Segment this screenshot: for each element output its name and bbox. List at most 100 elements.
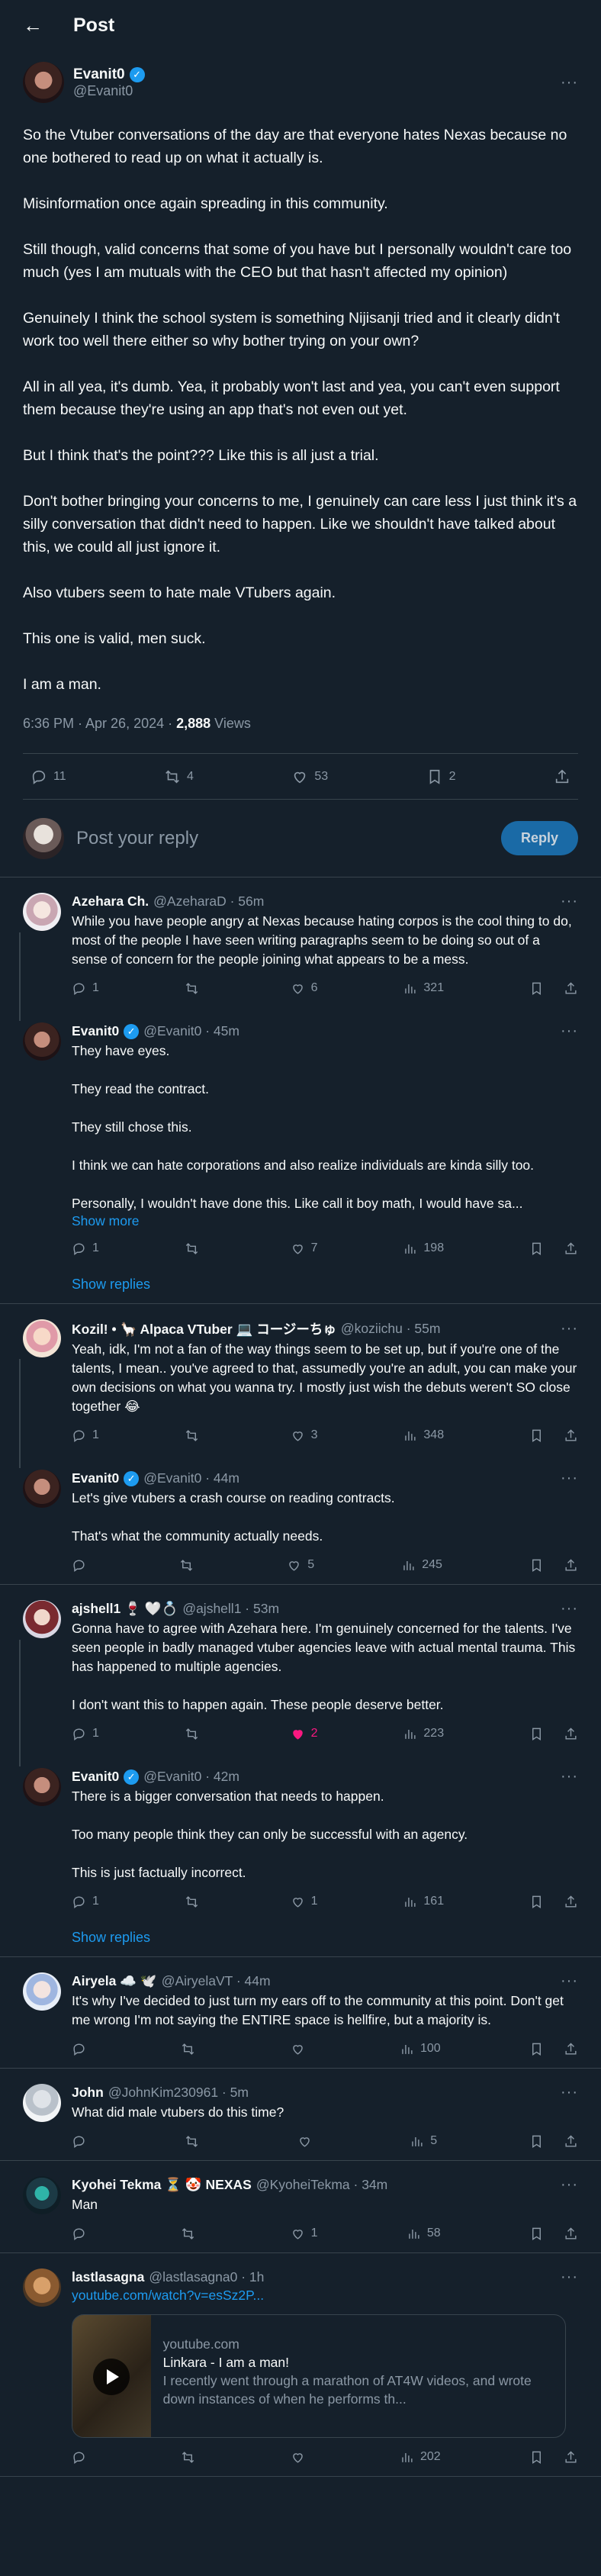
reply-button[interactable]: 1: [72, 1428, 99, 1443]
avatar[interactable]: [23, 1600, 61, 1638]
reply-display-name[interactable]: Evanit0: [72, 1023, 119, 1039]
avatar[interactable]: [23, 2084, 61, 2122]
repost-button[interactable]: [185, 2134, 205, 2149]
repost-button[interactable]: [185, 981, 205, 996]
share-button[interactable]: [564, 1727, 578, 1741]
link-preview-card[interactable]: youtube.com Linkara - I am a man! I rece…: [72, 2314, 566, 2438]
avatar[interactable]: [23, 1319, 61, 1357]
avatar[interactable]: [23, 893, 61, 931]
repost-button[interactable]: [185, 1895, 205, 1909]
views-button[interactable]: 348: [403, 1428, 444, 1443]
share-button[interactable]: [564, 1241, 578, 1256]
more-options-icon[interactable]: ···: [561, 1972, 578, 1990]
views-button[interactable]: 5: [410, 2134, 437, 2149]
post-timestamp[interactable]: 6:36 PM · Apr 26, 2024 ·: [23, 716, 176, 731]
more-options-icon[interactable]: ···: [561, 1320, 578, 1338]
reply-handle[interactable]: @AiryelaVT · 44m: [162, 1973, 271, 1989]
reply-display-name[interactable]: ajshell1 🍷 🤍💍: [72, 1601, 178, 1617]
reply-button[interactable]: [72, 2042, 92, 2056]
views-button[interactable]: 245: [401, 1558, 442, 1573]
like-button[interactable]: 5: [287, 1558, 314, 1573]
reply-link[interactable]: youtube.com/watch?v=esSz2P...: [72, 2288, 578, 2304]
more-options-icon[interactable]: ···: [561, 2176, 578, 2194]
views-button[interactable]: 223: [403, 1727, 444, 1741]
share-button[interactable]: [564, 2227, 578, 2241]
bookmark-button[interactable]: [529, 1241, 544, 1256]
views-button[interactable]: 161: [403, 1895, 444, 1909]
bookmark-button[interactable]: [529, 1558, 544, 1573]
reply-item[interactable]: lastlasagna @lastlasagna0 · 1h ··· youtu…: [0, 2253, 601, 2477]
show-replies-link[interactable]: Show replies: [23, 1921, 578, 1956]
reply-button[interactable]: [72, 2450, 92, 2465]
like-button[interactable]: 7: [291, 1241, 318, 1256]
reply-button[interactable]: 11: [31, 768, 66, 785]
like-button[interactable]: 3: [291, 1428, 318, 1443]
avatar[interactable]: [23, 1972, 61, 2011]
repost-button[interactable]: [185, 1241, 205, 1256]
reply-button[interactable]: 1: [72, 1727, 99, 1741]
reply-display-name[interactable]: Evanit0: [72, 1470, 119, 1486]
views-button[interactable]: 58: [407, 2227, 441, 2241]
share-button[interactable]: [564, 2042, 578, 2056]
reply-item[interactable]: ajshell1 🍷 🤍💍 @ajshell1 · 53m ··· Gonna …: [0, 1585, 601, 1766]
reply-handle[interactable]: @lastlasagna0 · 1h: [149, 2269, 264, 2285]
more-options-icon[interactable]: ···: [561, 1470, 578, 1487]
repost-button[interactable]: 4: [164, 768, 194, 785]
share-button[interactable]: [564, 1558, 578, 1573]
like-button[interactable]: 6: [291, 981, 318, 996]
repost-button[interactable]: [185, 1428, 205, 1443]
more-options-icon[interactable]: ···: [561, 1768, 578, 1785]
reply-handle[interactable]: @koziichu · 55m: [341, 1321, 441, 1337]
bookmark-button[interactable]: [529, 1428, 544, 1443]
display-name[interactable]: Evanit0: [73, 66, 125, 83]
bookmark-button[interactable]: [529, 2134, 544, 2149]
more-options-icon[interactable]: ···: [561, 2268, 578, 2286]
reply-handle[interactable]: @ajshell1 · 53m: [182, 1601, 279, 1617]
reply-button[interactable]: [72, 2134, 92, 2149]
repost-button[interactable]: [185, 1727, 205, 1741]
more-options-icon[interactable]: ···: [561, 74, 578, 92]
reply-item[interactable]: Kozil! • 🦙 Alpaca VTuber 💻 コージーちゅ @kozii…: [0, 1304, 601, 1468]
reply-button[interactable]: [72, 2227, 92, 2241]
like-button[interactable]: 1: [291, 1895, 318, 1909]
reply-submit-button[interactable]: Reply: [500, 821, 578, 855]
views-button[interactable]: 100: [400, 2042, 441, 2056]
repost-button[interactable]: [181, 2450, 201, 2465]
like-button[interactable]: [297, 2134, 318, 2149]
reply-input[interactable]: Post your reply: [76, 828, 501, 849]
reply-item[interactable]: John @JohnKim230961 · 5m ··· What did ma…: [0, 2069, 601, 2161]
more-options-icon[interactable]: ···: [561, 2084, 578, 2101]
reply-handle[interactable]: @KyoheiTekma · 34m: [256, 2177, 387, 2193]
reply-item[interactable]: Evanit0 ✓ @Evanit0 · 42m ··· There is a …: [0, 1753, 601, 1957]
share-button[interactable]: [564, 2450, 578, 2465]
avatar[interactable]: [23, 2268, 61, 2307]
reply-item[interactable]: Azehara Ch. @AzeharaD · 56m ··· While yo…: [0, 877, 601, 1021]
share-button[interactable]: [564, 2134, 578, 2149]
bookmark-button[interactable]: [529, 1895, 544, 1909]
reply-button[interactable]: 1: [72, 1241, 99, 1256]
share-button[interactable]: [564, 1895, 578, 1909]
reply-button[interactable]: [72, 1558, 92, 1573]
avatar[interactable]: [23, 62, 64, 103]
reply-display-name[interactable]: Evanit0: [72, 1769, 119, 1785]
bookmark-button[interactable]: [529, 1727, 544, 1741]
like-button[interactable]: 1: [291, 2227, 318, 2241]
reply-item[interactable]: Kyohei Tekma ⏳ 🤡 NEXAS @KyoheiTekma · 34…: [0, 2161, 601, 2253]
more-options-icon[interactable]: ···: [561, 893, 578, 910]
avatar[interactable]: [23, 1470, 61, 1508]
reply-item[interactable]: Airyela ☁️ 🕊️ @AiryelaVT · 44m ··· It's …: [0, 1957, 601, 2069]
share-button[interactable]: [564, 981, 578, 996]
reply-handle[interactable]: @Evanit0 · 45m: [143, 1023, 239, 1039]
reply-display-name[interactable]: Kyohei Tekma ⏳ 🤡 NEXAS: [72, 2177, 252, 2193]
reply-display-name[interactable]: Airyela ☁️ 🕊️: [72, 1973, 157, 1989]
views-button[interactable]: 202: [400, 2450, 441, 2465]
repost-button[interactable]: [181, 2227, 201, 2241]
more-options-icon[interactable]: ···: [561, 1600, 578, 1618]
reply-button[interactable]: 1: [72, 981, 99, 996]
repost-button[interactable]: [181, 2042, 201, 2056]
reply-handle[interactable]: @JohnKim230961 · 5m: [108, 2085, 249, 2101]
bookmark-button[interactable]: [529, 2227, 544, 2241]
more-options-icon[interactable]: ···: [561, 1022, 578, 1040]
reply-handle[interactable]: @Evanit0 · 44m: [143, 1470, 239, 1486]
reply-display-name[interactable]: John: [72, 2085, 104, 2101]
